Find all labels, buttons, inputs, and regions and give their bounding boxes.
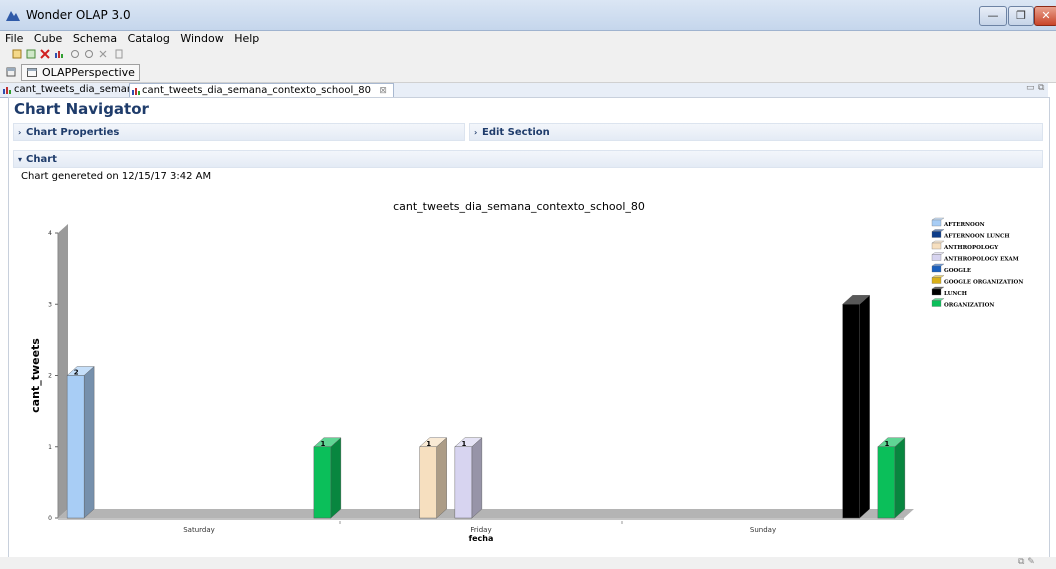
window-title: Wonder OLAP 3.0 [26,8,131,22]
perspective-icon [27,68,37,77]
bar [454,446,473,519]
bar-data-label: 1 [426,440,431,448]
chart-bars: 2 1 1 1 1 [66,294,906,519]
bar-chart: cant_tweets_dia_semana_contexto_school_8… [29,200,1023,543]
bar-data-label: 2 [74,369,79,377]
legend-swatch [931,254,942,261]
bar [313,446,332,519]
legend-swatch-top [931,240,945,244]
tab-label: cant_tweets_dia_semana_contexto_school_8… [142,85,371,96]
bar-side [436,437,447,519]
open-perspective-icon[interactable] [6,67,16,77]
legend-label: ANTHROPOLOGY [943,245,998,251]
legend-swatch [931,288,942,296]
legend-label: ANTHROPOLOGY EXAM [943,257,1019,263]
y-tick-label: 0 [48,515,52,522]
bar [842,304,860,519]
chart-legend: AFTERNOON AFTERNOON LUNCH ANTHROPOLOGY ANTH… [931,217,1023,309]
y-axis-label: cant_tweets [29,338,42,413]
chart-tab-icon [132,88,140,95]
legend-swatch-top [931,275,945,278]
toolbar [0,46,1056,62]
tab-cant-tweets-dia-semana[interactable]: cant_tweets_dia_semana [2,83,139,97]
settings-icon[interactable] [70,49,80,59]
bar-data-label: 1 [461,440,466,448]
legend-swatch-top [931,217,945,221]
maximize-view-icon[interactable]: ⧉ [1038,83,1044,93]
perspective-button[interactable]: OLAPPerspective [21,64,140,81]
legend-swatch [931,219,942,227]
menu-window[interactable]: Window [180,31,223,46]
editor-tabs: cant_tweets_dia_semana cant_tweets_dia_s… [0,83,1048,98]
chart-navigator-panel: Chart Navigator › Chart Properties › Edi… [8,97,1050,558]
perspective-label: OLAPPerspective [42,66,135,79]
chart-floor [58,509,914,518]
legend-swatch-top [931,298,945,301]
legend-swatch [931,242,942,250]
bar [419,446,437,519]
menu-bar: File Cube Schema Catalog Window Help [0,31,1056,46]
legend-label: AFTERNOON LUNCH [943,234,1010,240]
bar [877,446,896,519]
bar-side [859,294,870,519]
chart-title: cant_tweets_dia_semana_contexto_school_8… [393,200,645,213]
bar-side [83,366,95,519]
chart-icon[interactable] [54,49,64,59]
x-tick-label: Sunday [750,526,776,534]
chart-tab-icon [3,87,11,94]
minimize-button[interactable]: — [979,6,1007,26]
minimize-view-icon[interactable]: ▭ [1026,83,1035,93]
maximize-button[interactable]: ❐ [1008,6,1034,26]
bar-side [330,437,342,519]
bar-side [894,437,906,519]
delete-icon[interactable] [40,49,50,59]
menu-schema[interactable]: Schema [73,31,117,46]
legend-swatch [931,277,942,284]
menu-cube[interactable]: Cube [34,31,62,46]
legend-swatch [931,265,942,273]
x-axis-label: fecha [469,534,494,543]
legend-label: AFTERNOON [943,222,985,228]
y-tick-label: 3 [48,301,52,308]
close-tab-icon[interactable]: ⊠ [379,84,387,98]
menu-help[interactable]: Help [234,31,259,46]
legend-swatch [931,231,942,238]
tab-cant-tweets-contexto-school-80[interactable]: cant_tweets_dia_semana_contexto_school_8… [129,83,394,98]
y-tick-label: 2 [48,373,52,380]
window-titlebar: Wonder OLAP 3.0 — ❐ ✕ [0,0,1056,31]
close-button[interactable]: ✕ [1034,6,1056,26]
perspective-bar: OLAPPerspective [0,62,1056,83]
app-logo-icon [6,11,20,21]
y-tick-label: 1 [48,444,52,451]
x-tick-label: Saturday [183,526,215,534]
status-icon: ⧉ ✎ [1018,557,1035,567]
menu-file[interactable]: File [5,31,23,46]
legend-label: GOOGLE ORGANIZATION [944,280,1023,286]
legend-label: LUNCH [944,291,967,297]
new-cube-icon[interactable] [12,49,22,59]
legend-swatch-top [931,252,945,255]
legend-swatch-top [931,286,945,290]
x-tick-label: Friday [470,526,491,534]
legend-swatch [931,300,942,307]
tab-label: cant_tweets_dia_semana [14,84,140,95]
status-bar: ⧉ ✎ [0,557,1056,569]
bar [66,375,85,519]
legend-swatch-top [931,229,945,232]
legend-label: ORGANIZATION [944,303,994,309]
cancel-icon[interactable] [98,49,108,59]
chart-back-wall [58,224,68,518]
bar-side [471,437,483,519]
menu-catalog[interactable]: Catalog [128,31,170,46]
table-icon[interactable] [26,49,36,59]
bar-data-label: 1 [884,440,889,448]
legend-label: GOOGLE [944,268,971,274]
bar-data-label: 1 [320,440,325,448]
refresh-icon[interactable] [84,49,94,59]
y-tick-label: 4 [48,230,52,237]
document-icon[interactable] [114,49,124,59]
legend-swatch-top [931,263,945,267]
